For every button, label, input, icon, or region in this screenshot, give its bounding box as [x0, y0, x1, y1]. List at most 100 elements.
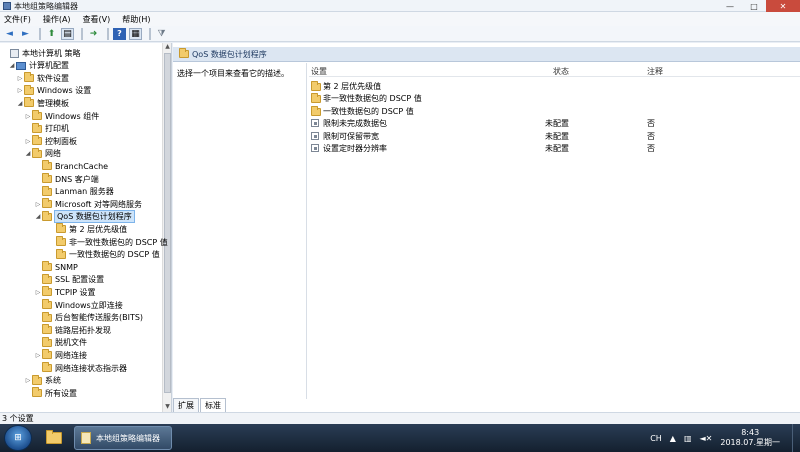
expand-arrow-icon[interactable]: ▷ — [34, 201, 42, 208]
scroll-thumb[interactable] — [164, 53, 171, 393]
cell-setting: 第 2 层优先级值 — [323, 82, 382, 91]
close-button[interactable]: ✕ — [766, 0, 800, 12]
column-state[interactable]: 状态 — [553, 66, 569, 77]
tree-node[interactable]: SNMP — [34, 261, 78, 273]
expand-arrow-icon[interactable]: ▷ — [16, 87, 24, 94]
tree-node[interactable]: 本地计算机 策略 — [2, 47, 81, 59]
expand-arrow-icon[interactable]: ▷ — [34, 289, 42, 296]
taskbar-app-gpedit[interactable]: 本地组策略编辑器 — [74, 426, 172, 450]
tab-extended[interactable]: 扩展 — [173, 398, 199, 412]
language-indicator[interactable]: CH — [650, 434, 662, 443]
cell-state: 未配置 — [545, 119, 569, 129]
tree-node[interactable]: 后台智能传送服务(BITS) — [34, 311, 143, 324]
folder-icon — [42, 336, 52, 347]
policy-icon — [10, 48, 19, 58]
tree-node[interactable]: 链路层拓扑发现 — [34, 324, 111, 336]
tree-node[interactable]: ▷ Windows 设置 — [16, 84, 91, 97]
expand-arrow-icon[interactable]: ▷ — [24, 377, 32, 384]
expand-arrow-icon[interactable]: ▷ — [16, 75, 24, 82]
table-row[interactable]: 限制未完成数据包 未配置 否 — [309, 117, 800, 129]
tray-chevron-icon[interactable]: ▲ — [670, 434, 676, 443]
folder-icon — [24, 97, 34, 108]
tree-node-label: 链路层拓扑发现 — [55, 325, 111, 335]
table-row[interactable]: 限制可保留带宽 未配置 否 — [309, 130, 800, 142]
tree-node[interactable]: ▷ 网络连接 — [34, 349, 87, 361]
expand-arrow-icon[interactable]: ◢ — [16, 100, 24, 107]
expand-arrow-icon[interactable]: ◢ — [24, 150, 32, 157]
tree-node[interactable]: ▷ 软件设置 — [16, 72, 69, 84]
tree-node[interactable]: ▷ 控制面板 — [24, 135, 77, 147]
computer-icon — [16, 61, 26, 70]
tree-node[interactable]: ▷ Microsoft 对等网络服务 — [34, 198, 142, 210]
folder-icon — [42, 324, 52, 335]
taskbar: ⊞ 本地组策略编辑器 CH ▲ ▥ ◄✕ 8:43 2018.07.星期一 — [0, 424, 800, 452]
tree-node[interactable]: ▷ Windows 组件 — [24, 110, 99, 122]
menu-help[interactable]: 帮助(H) — [122, 14, 150, 25]
tree-node[interactable]: Lanman 服务器 — [34, 185, 114, 198]
table-row[interactable]: 第 2 层优先级值 — [309, 80, 800, 92]
table-row[interactable]: 非一致性数据包的 DSCP 值 — [309, 92, 800, 104]
table-row[interactable]: 一致性数据包的 DSCP 值 — [309, 105, 800, 117]
menu-file[interactable]: 文件(F) — [4, 14, 31, 25]
tree-node-label: Windows 组件 — [45, 111, 100, 121]
back-icon[interactable]: ◄ — [3, 28, 16, 40]
setting-icon — [311, 131, 319, 140]
cell-state: 未配置 — [545, 131, 569, 141]
expand-arrow-icon[interactable]: ◢ — [34, 213, 42, 220]
taskbar-explorer[interactable] — [40, 426, 70, 450]
clock-time: 8:43 — [741, 428, 760, 437]
folder-icon — [42, 261, 52, 272]
tree-node[interactable]: ◢ QoS 数据包计划程序 — [34, 210, 135, 224]
tree-node[interactable]: 打印机 — [24, 122, 69, 135]
tree-node[interactable]: ▷ TCPIP 设置 — [34, 286, 96, 298]
expand-arrow-icon[interactable]: ▷ — [24, 113, 32, 120]
clock[interactable]: 8:43 2018.07.星期一 — [720, 428, 780, 448]
filter-icon[interactable]: ⧩ — [155, 28, 168, 40]
column-comment[interactable]: 注释 — [647, 66, 663, 77]
tree-node-label: 非一致性数据包的 DSCP 值 — [69, 237, 168, 247]
tree-node[interactable]: 第 2 层优先级值 — [48, 223, 127, 235]
expand-arrow-icon[interactable]: ▷ — [34, 352, 42, 359]
export-list-icon[interactable]: ➜ — [87, 28, 100, 40]
show-desktop-button[interactable] — [792, 424, 800, 452]
tree-node[interactable]: 非一致性数据包的 DSCP 值 — [48, 236, 168, 248]
tree-node[interactable]: 所有设置 — [24, 387, 77, 399]
scroll-up-icon[interactable]: ▲ — [163, 43, 171, 52]
volume-muted-icon[interactable]: ◄✕ — [700, 434, 713, 443]
start-button[interactable]: ⊞ — [4, 425, 32, 451]
tree-node[interactable]: 脱机文件 — [34, 336, 87, 349]
table-row[interactable]: 设置定时器分辨率 未配置 否 — [309, 142, 800, 154]
folder-icon — [32, 122, 42, 133]
minimize-button[interactable]: — — [718, 0, 742, 12]
properties-icon[interactable]: ▦ — [129, 27, 142, 40]
tree-node[interactable]: ◢ 管理模板 — [16, 97, 69, 109]
navigation-tree: ▲ ▼ 本地计算机 策略 ◢ 计算机配置 ▷ 软件设置 ▷ Windows 设置 ◢ 管理模板 ▷… — [0, 43, 172, 412]
tree-node[interactable]: ▷ 系统 — [24, 374, 61, 387]
scroll-down-icon[interactable]: ▼ — [163, 403, 171, 412]
show-hide-tree-icon[interactable]: ▤ — [61, 27, 74, 40]
tree-node[interactable]: BranchCache — [34, 160, 108, 172]
tree-node-label: DNS 客户端 — [55, 174, 99, 184]
menu-action[interactable]: 操作(A) — [43, 14, 71, 25]
tree-node[interactable]: ◢ 计算机配置 — [8, 60, 69, 72]
expand-arrow-icon[interactable]: ◢ — [8, 62, 16, 69]
details-pane: QoS 数据包计划程序 选择一个项目来查看它的描述。 设置 状态 注释 第 2 … — [173, 43, 800, 412]
tab-standard[interactable]: 标准 — [200, 398, 226, 412]
tree-node[interactable]: 一致性数据包的 DSCP 值 — [48, 248, 160, 261]
expand-arrow-icon[interactable]: ▷ — [24, 138, 32, 145]
network-icon[interactable]: ▥ — [684, 434, 692, 443]
tree-node[interactable]: 网络连接状态指示器 — [34, 362, 127, 374]
folder-icon — [42, 349, 52, 360]
tree-node[interactable]: ◢ 网络 — [24, 147, 61, 160]
column-setting[interactable]: 设置 — [311, 66, 327, 77]
up-folder-icon[interactable]: ⬆ — [45, 28, 58, 40]
menu-view[interactable]: 查看(V) — [83, 14, 111, 25]
help-icon[interactable]: ? — [113, 27, 126, 40]
tree-node[interactable]: DNS 客户端 — [34, 173, 99, 185]
tree-scrollbar[interactable]: ▲ ▼ — [162, 43, 171, 412]
maximize-button[interactable]: □ — [742, 0, 766, 12]
tree-node-label: Windows立即连接 — [55, 300, 123, 310]
forward-icon[interactable]: ► — [19, 28, 32, 40]
tree-node[interactable]: Windows立即连接 — [34, 299, 123, 311]
tree-node[interactable]: SSL 配置设置 — [34, 273, 104, 286]
